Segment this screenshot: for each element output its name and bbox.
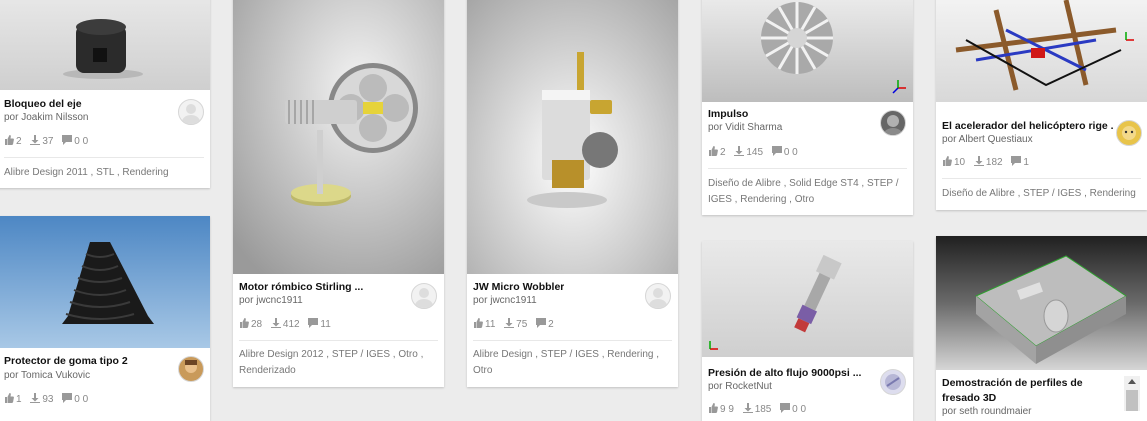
scroll-up-arrow-icon[interactable] bbox=[1128, 379, 1136, 384]
model-author[interactable]: por seth roundmaier bbox=[942, 406, 1032, 417]
model-stats: 2 37 0 0 bbox=[4, 135, 94, 148]
model-stats: 28 412 11 bbox=[239, 318, 337, 331]
model-stats: 1 93 0 0 bbox=[4, 393, 94, 406]
model-title[interactable]: Bloqueo del eje bbox=[4, 98, 82, 110]
model-card-bloqueo-del-eje[interactable]: Bloqueo del eje por Joakim Nilsson 2 37 … bbox=[0, 0, 210, 188]
author-avatar[interactable] bbox=[411, 283, 437, 309]
model-tags[interactable]: Alibre Design , STEP / IGES , Rendering … bbox=[473, 347, 670, 379]
model-card-motor-rombico-stirling[interactable]: Motor rómbico Stirling ... por jwcnc1911… bbox=[233, 0, 444, 387]
model-title[interactable]: JW Micro Wobbler bbox=[473, 281, 564, 293]
thumbs-up-icon[interactable] bbox=[239, 318, 249, 331]
author-avatar[interactable] bbox=[1116, 120, 1142, 146]
model-title[interactable]: Presión de alto flujo 9000psi ... bbox=[708, 367, 861, 379]
comment-icon[interactable] bbox=[780, 403, 791, 416]
thumbs-up-icon[interactable] bbox=[708, 146, 718, 159]
download-icon[interactable] bbox=[30, 135, 41, 148]
author-avatar[interactable] bbox=[880, 369, 906, 395]
thumbs-up-icon[interactable] bbox=[4, 135, 14, 148]
comment-icon[interactable] bbox=[536, 318, 547, 331]
comment-icon[interactable] bbox=[308, 318, 319, 331]
model-thumbnail[interactable] bbox=[0, 216, 210, 348]
model-thumbnail[interactable] bbox=[936, 236, 1147, 370]
model-tags[interactable]: Diseño de Alibre , STEP / IGES , Renderi… bbox=[942, 186, 1139, 202]
download-icon[interactable] bbox=[973, 156, 984, 169]
author-avatar[interactable] bbox=[880, 110, 906, 136]
model-card-impulso[interactable]: Impulso por Vidit Sharma 2 145 0 0 Diseñ… bbox=[702, 0, 913, 215]
model-author[interactable]: por jwcnc1911 bbox=[473, 295, 537, 306]
model-thumbnail[interactable] bbox=[0, 0, 210, 90]
model-author[interactable]: por RocketNut bbox=[708, 381, 772, 392]
download-icon[interactable] bbox=[504, 318, 515, 331]
thumbs-up-icon[interactable] bbox=[473, 318, 483, 331]
model-thumbnail[interactable] bbox=[233, 0, 444, 274]
card-divider bbox=[4, 157, 204, 158]
comment-icon[interactable] bbox=[62, 135, 73, 148]
model-title[interactable]: Protector de goma tipo 2 bbox=[4, 355, 128, 367]
model-thumbnail[interactable] bbox=[467, 0, 678, 274]
download-icon[interactable] bbox=[734, 146, 745, 159]
model-author[interactable]: por Vidit Sharma bbox=[708, 122, 782, 133]
page-scrollbar[interactable] bbox=[1124, 376, 1140, 411]
model-title[interactable]: Demostración de perfiles de fresado 3D bbox=[942, 376, 1122, 406]
model-author[interactable]: por jwcnc1911 bbox=[239, 295, 303, 306]
model-thumbnail[interactable] bbox=[702, 241, 913, 357]
card-divider bbox=[473, 340, 672, 341]
model-tags[interactable]: Diseño de Alibre , Solid Edge ST4 , STEP… bbox=[708, 176, 905, 208]
model-card-jw-micro-wobbler[interactable]: JW Micro Wobbler por jwcnc1911 11 75 2 A… bbox=[467, 0, 678, 387]
model-thumbnail[interactable] bbox=[936, 0, 1147, 102]
model-stats: 10 182 1 bbox=[942, 156, 1035, 169]
model-author[interactable]: por Tomica Vukovic bbox=[4, 370, 90, 381]
model-stats: 2 145 0 0 bbox=[708, 146, 804, 159]
comment-icon[interactable] bbox=[1011, 156, 1022, 169]
model-author[interactable]: por Joakim Nilsson bbox=[4, 112, 88, 123]
model-stats: 11 75 2 bbox=[473, 318, 560, 331]
model-card-perfiles-de-fresado[interactable]: Demostración de perfiles de fresado 3D p… bbox=[936, 236, 1147, 421]
card-divider bbox=[708, 168, 907, 169]
model-title[interactable]: Impulso bbox=[708, 108, 748, 120]
download-icon[interactable] bbox=[742, 403, 753, 416]
card-divider bbox=[239, 340, 438, 341]
thumbs-up-icon[interactable] bbox=[4, 393, 14, 406]
thumbs-up-icon[interactable] bbox=[708, 403, 718, 416]
download-icon[interactable] bbox=[270, 318, 281, 331]
scroll-thumb[interactable] bbox=[1126, 390, 1138, 411]
download-icon[interactable] bbox=[30, 393, 41, 406]
model-tags[interactable]: Alibre Design 2011 , STL , Rendering bbox=[4, 165, 202, 181]
comment-icon[interactable] bbox=[771, 146, 782, 159]
model-card-presion-alto-flujo[interactable]: Presión de alto flujo 9000psi ... por Ro… bbox=[702, 241, 913, 421]
model-card-acelerador-helicoptero[interactable]: El acelerador del helicóptero rige ... p… bbox=[936, 0, 1147, 210]
model-author[interactable]: por Albert Questiaux bbox=[942, 134, 1033, 145]
comment-icon[interactable] bbox=[62, 393, 73, 406]
model-thumbnail[interactable] bbox=[702, 0, 913, 102]
author-avatar[interactable] bbox=[178, 99, 204, 125]
card-divider bbox=[942, 178, 1141, 179]
model-title[interactable]: El acelerador del helicóptero rige ... bbox=[942, 120, 1114, 132]
model-stats: 9 9 185 0 0 bbox=[708, 403, 812, 416]
model-card-protector-de-goma[interactable]: Protector de goma tipo 2 por Tomica Vuko… bbox=[0, 216, 210, 421]
author-avatar[interactable] bbox=[178, 356, 204, 382]
model-title[interactable]: Motor rómbico Stirling ... bbox=[239, 281, 363, 293]
thumbs-up-icon[interactable] bbox=[942, 156, 952, 169]
author-avatar[interactable] bbox=[645, 283, 671, 309]
model-tags[interactable]: Alibre Design 2012 , STEP / IGES , Otro … bbox=[239, 347, 436, 379]
